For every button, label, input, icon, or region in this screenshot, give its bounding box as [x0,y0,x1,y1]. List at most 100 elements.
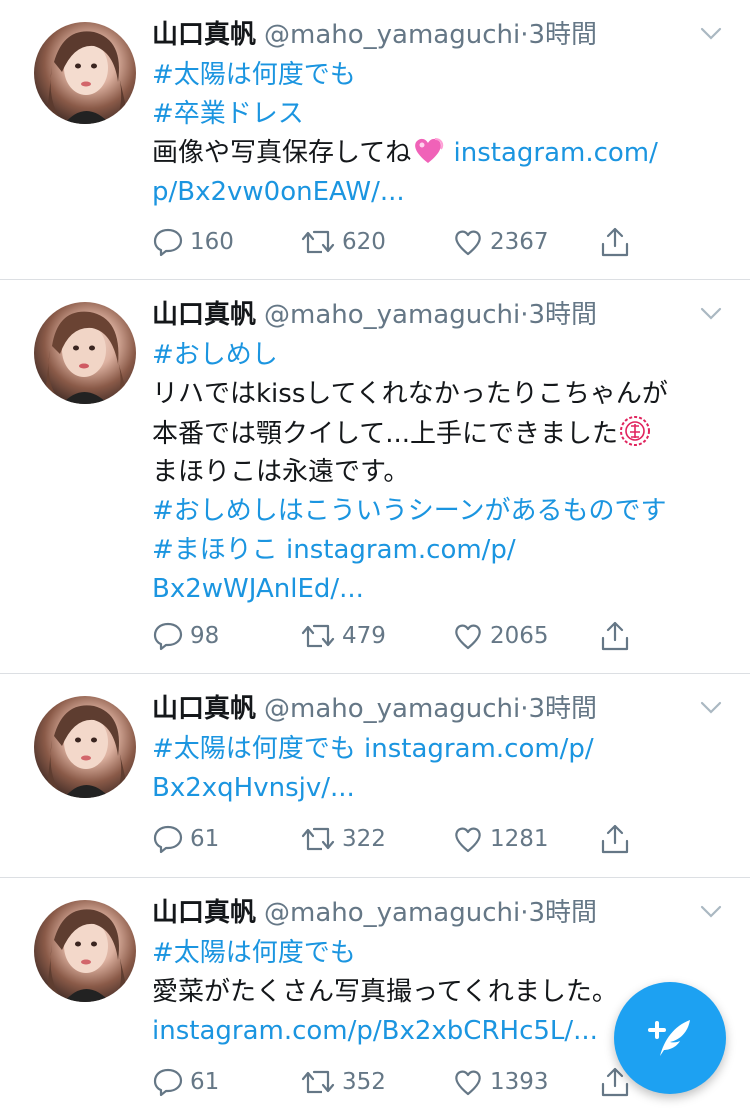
chevron-down-icon[interactable] [700,700,722,716]
tweet[interactable]: 山口真帆 @maho_yamaguchi·3時間 #太陽は何度でも #卒業ドレス … [0,0,750,280]
reply-button[interactable]: 98 [152,616,219,656]
retweet-icon [301,1070,335,1094]
like-count: 1281 [490,826,549,852]
instagram-link[interactable]: instagram.com/p/Bx2xbCRHc5L/... [152,1016,598,1046]
hashtag-link[interactable]: #おしめし [152,340,278,370]
reply-button[interactable]: 61 [152,819,219,859]
like-button[interactable]: 2367 [452,222,549,262]
reply-button[interactable]: 160 [152,222,234,262]
instagram-link[interactable]: p/Bx2vw0onEAW/... [152,177,405,207]
chevron-down-icon[interactable] [700,904,722,920]
tweet-actions: 61 352 1393 [152,1062,652,1102]
author-handle[interactable]: @maho_yamaguchi [264,300,520,330]
tweet-text-line: まほりこは永遠です。 [152,457,410,487]
instagram-link[interactable]: Bx2xqHvnsjv/... [152,773,355,803]
reply-count: 98 [190,623,220,649]
author-name[interactable]: 山口真帆 [152,898,256,928]
timestamp[interactable]: 3時間 [529,694,598,724]
retweet-icon [301,827,335,851]
share-icon [601,227,629,257]
author-handle[interactable]: @maho_yamaguchi [264,694,520,724]
separator: · [520,898,529,928]
reply-icon [153,825,183,854]
instagram-link[interactable]: Bx2wWJAnlEd/... [152,574,364,604]
share-button[interactable] [600,819,636,859]
tweet-text-line: リハではkissしてくれなかったりこちゃんが [152,379,668,409]
share-button[interactable] [600,616,636,656]
timestamp[interactable]: 3時間 [529,898,598,928]
retweet-button[interactable]: 322 [300,819,386,859]
reply-icon [153,228,183,257]
reply-count: 61 [190,826,220,852]
share-icon [601,621,629,651]
reply-icon [153,1068,183,1097]
tweet-header: 山口真帆 @maho_yamaguchi·3時間 [152,294,597,336]
like-count: 2367 [490,229,549,255]
avatar[interactable] [34,302,136,404]
retweet-icon [301,230,335,254]
timestamp[interactable]: 3時間 [529,20,598,50]
compose-tweet-button[interactable] [614,982,726,1094]
retweet-button[interactable]: 352 [300,1062,386,1102]
like-button[interactable]: 1393 [452,1062,549,1102]
reply-count: 61 [190,1069,220,1095]
seal-emoji [620,416,651,446]
author-name[interactable]: 山口真帆 [152,20,256,50]
instagram-link[interactable]: instagram.com/ [445,138,657,168]
author-handle[interactable]: @maho_yamaguchi [264,898,520,928]
hashtag-link[interactable]: #卒業ドレス [152,99,304,129]
tweet-actions: 98 479 2065 [152,616,652,656]
retweet-count: 322 [342,826,386,852]
tweet-header: 山口真帆 @maho_yamaguchi·3時間 [152,14,597,56]
reply-count: 160 [190,229,234,255]
tweet-header: 山口真帆 @maho_yamaguchi·3時間 [152,892,597,934]
heart-icon [455,827,481,853]
like-count: 2065 [490,623,549,649]
tweet-text-line: 画像や写真保存してね [152,138,412,168]
tweet[interactable]: 山口真帆 @maho_yamaguchi·3時間 #おしめし リハではkissして… [0,280,750,674]
heart-icon [455,230,481,256]
hashtag-link[interactable]: #太陽は何度でも [152,60,356,90]
author-handle[interactable]: @maho_yamaguchi [264,20,520,50]
retweet-count: 352 [342,1069,386,1095]
tweet-actions: 61 322 1281 [152,819,652,859]
author-name[interactable]: 山口真帆 [152,300,256,330]
hashtag-link[interactable]: #まほりこ instagram.com/p/ [152,535,516,565]
avatar[interactable] [34,900,136,1002]
tweet-text: #太陽は何度でも #卒業ドレス 画像や写真保存してね instagram.com… [152,56,737,212]
hashtag-link[interactable]: #おしめしはこういうシーンがあるものです [152,496,667,526]
tweet-text-line: 愛菜がたくさん写真撮ってくれました。 [152,977,618,1007]
tweet-text: #太陽は何度でも instagram.com/p/ Bx2xqHvnsjv/..… [152,730,737,808]
separator: · [520,694,529,724]
like-button[interactable]: 2065 [452,616,549,656]
tweet-header: 山口真帆 @maho_yamaguchi·3時間 [152,688,597,730]
like-count: 1393 [490,1069,549,1095]
heart-emoji [415,138,444,163]
author-name[interactable]: 山口真帆 [152,694,256,724]
reply-button[interactable]: 61 [152,1062,219,1102]
heart-icon [455,624,481,650]
like-button[interactable]: 1281 [452,819,549,859]
share-icon [601,824,629,854]
avatar[interactable] [34,22,136,124]
tweet-text: #おしめし リハではkissしてくれなかったりこちゃんが 本番では顎クイして..… [152,336,737,609]
heart-icon [455,1070,481,1096]
compose-tweet-icon [648,1020,690,1056]
timeline-feed: 山口真帆 @maho_yamaguchi·3時間 #太陽は何度でも #卒業ドレス … [0,0,750,1120]
retweet-count: 620 [342,229,386,255]
tweet-actions: 160 620 2367 [152,222,652,262]
separator: · [520,20,529,50]
retweet-button[interactable]: 479 [300,616,386,656]
avatar[interactable] [34,696,136,798]
hashtag-link[interactable]: #太陽は何度でも [152,938,356,968]
tweet-text-line: 本番では顎クイして...上手にできました [152,419,619,449]
tweet[interactable]: 山口真帆 @maho_yamaguchi·3時間 #太陽は何度でも instagr… [0,674,750,878]
chevron-down-icon[interactable] [700,306,722,322]
reply-icon [153,622,183,651]
share-button[interactable] [600,222,636,262]
chevron-down-icon[interactable] [700,26,722,42]
retweet-button[interactable]: 620 [300,222,386,262]
hashtag-link[interactable]: #太陽は何度でも instagram.com/p/ [152,734,594,764]
retweet-count: 479 [342,623,386,649]
timestamp[interactable]: 3時間 [529,300,598,330]
